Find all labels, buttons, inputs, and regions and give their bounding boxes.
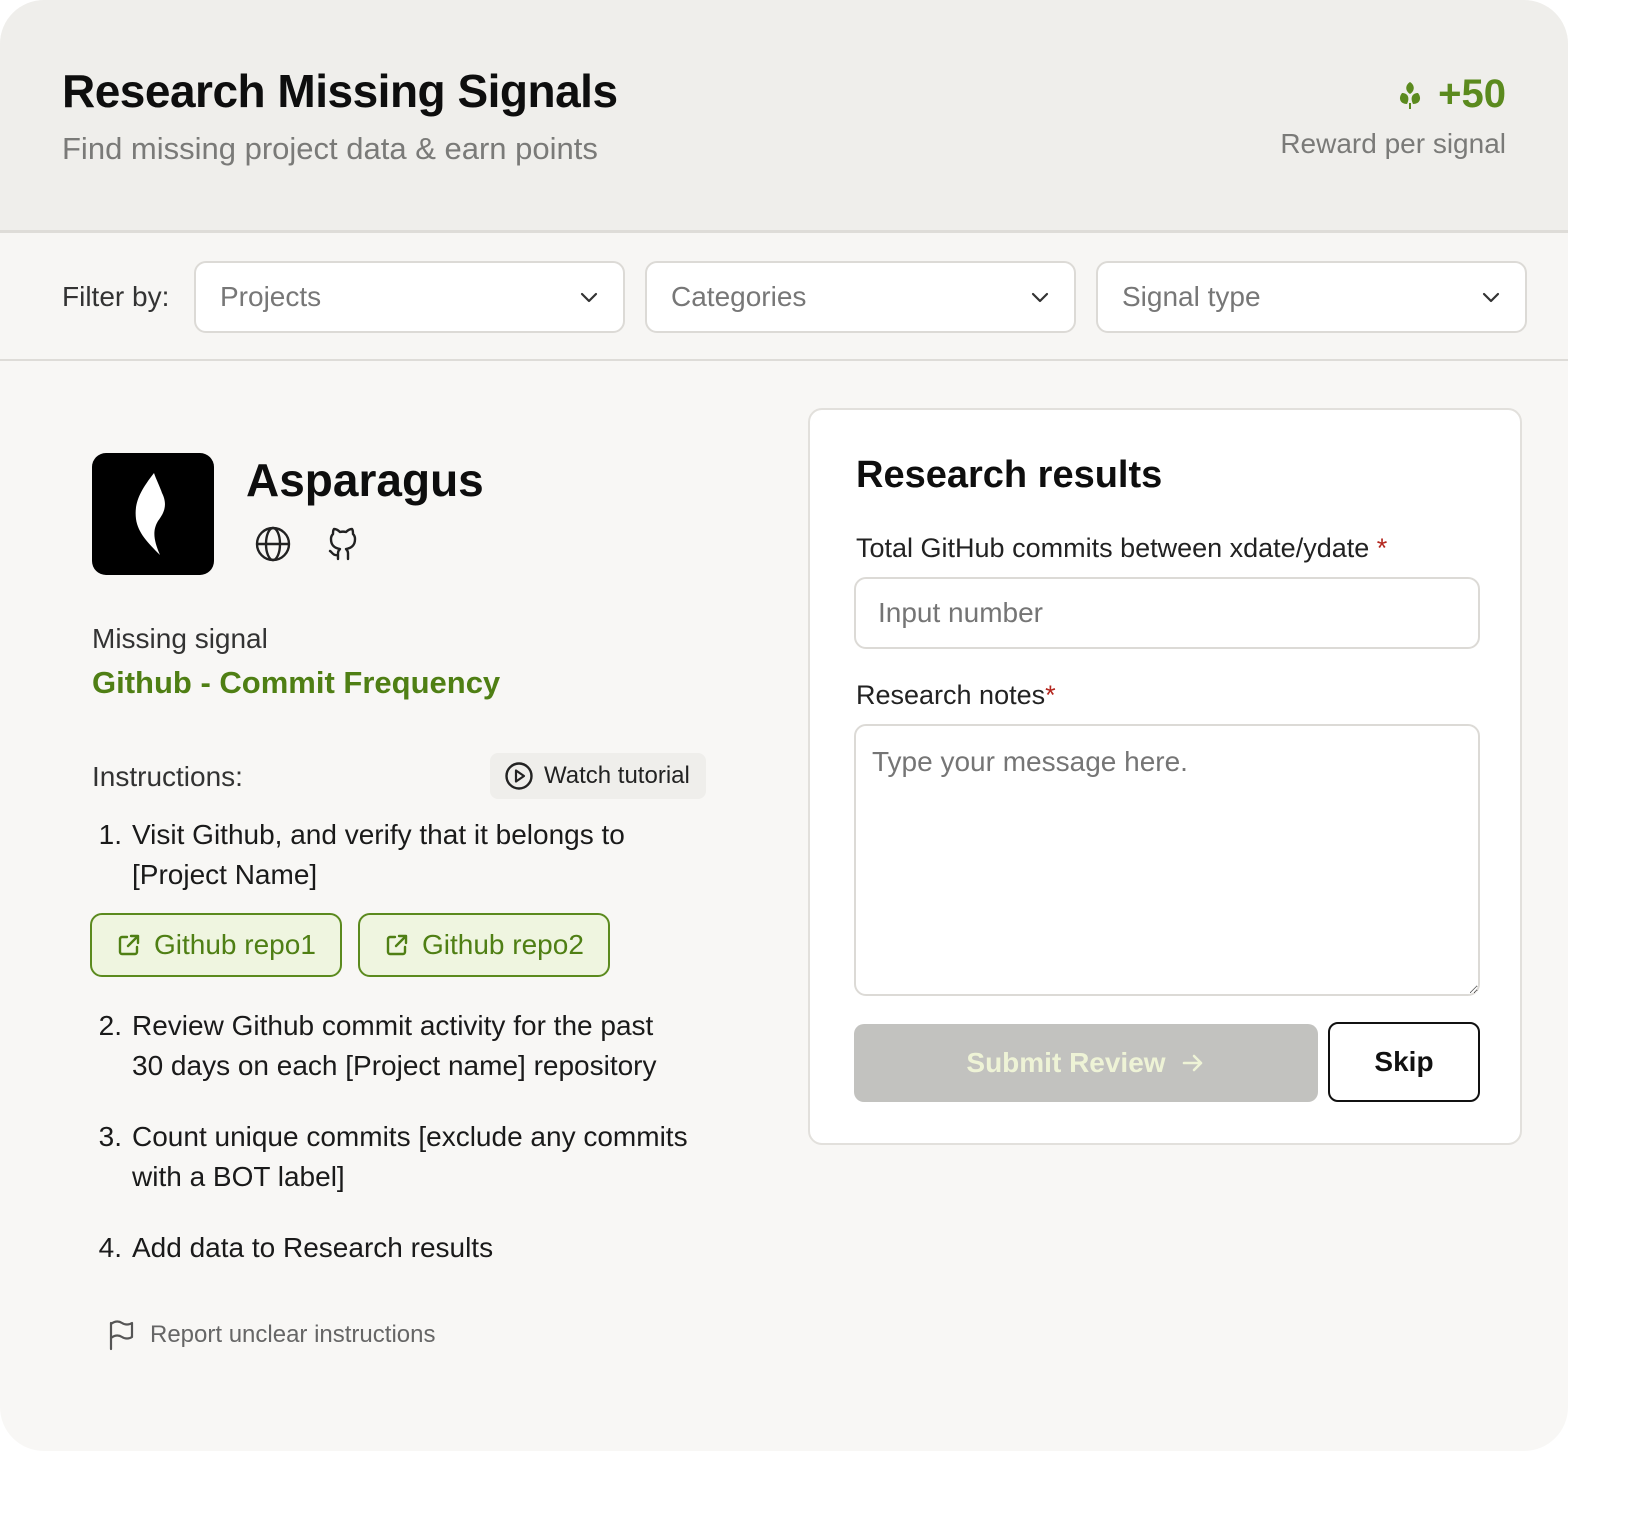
flag-icon: [109, 1320, 134, 1351]
signal-type-select-value: Signal type: [1122, 281, 1261, 312]
step-number: 1.: [98, 819, 122, 850]
project-links: [254, 525, 362, 563]
report-unclear-label: Report unclear instructions: [150, 1321, 436, 1348]
report-unclear-link[interactable]: Report unclear instructions: [106, 1319, 435, 1351]
external-link-icon: [118, 934, 140, 956]
globe-icon[interactable]: [254, 525, 292, 563]
watch-tutorial-label: Watch tutorial: [544, 762, 690, 789]
skip-label: Skip: [1374, 1046, 1434, 1077]
step-text: Review Github commit activity for the pa…: [132, 1010, 654, 1041]
categories-select[interactable]: Categories: [645, 261, 1076, 333]
chevron-down-icon: [580, 292, 598, 303]
github-repo1-label: Github repo1: [154, 929, 316, 960]
github-repo2-link[interactable]: Github repo2: [358, 913, 610, 977]
missing-signal-value: Github - Commit Frequency: [92, 665, 501, 700]
task-card: Research Missing Signals Find missing pr…: [0, 0, 1568, 1451]
research-results-title: Research results: [856, 454, 1163, 496]
projects-select-value: Projects: [220, 281, 322, 312]
filter-label: Filter by:: [62, 281, 170, 312]
filter-bar: Filter by: Projects Categories Signal ty…: [0, 233, 1568, 361]
notes-field-label: Research notes*: [856, 680, 1056, 711]
instruction-step: 3. Count unique commits [exclude any com…: [92, 1117, 732, 1197]
commits-input[interactable]: [854, 577, 1480, 649]
instruction-step: 2. Review Github commit activity for the…: [92, 1006, 732, 1086]
github-repo2-label: Github repo2: [422, 929, 584, 960]
step-text: Add data to Research results: [132, 1232, 494, 1263]
chevron-down-icon: [1482, 292, 1500, 303]
github-icon[interactable]: [324, 525, 362, 563]
step-text: Count unique commits [exclude any commit…: [132, 1121, 688, 1152]
instruction-step: 1. Visit Github, and verify that it belo…: [92, 815, 732, 895]
step-number: 2.: [98, 1010, 122, 1041]
flame-logo-icon: [135, 473, 165, 555]
page-subtitle: Find missing project data & earn points: [62, 131, 598, 166]
arrow-right-icon: [1182, 1054, 1202, 1072]
skip-button[interactable]: Skip: [1328, 1022, 1480, 1102]
play-circle-icon: [505, 762, 533, 790]
project-logo: [92, 453, 214, 575]
commits-field-label: Total GitHub commits between xdate/ydate…: [856, 533, 1387, 564]
instruction-step: 4. Add data to Research results: [92, 1228, 732, 1268]
step-text: 30 days on each [Project name] repositor…: [132, 1050, 657, 1081]
signal-type-select[interactable]: Signal type: [1096, 261, 1527, 333]
step-text: with a BOT label]: [132, 1161, 345, 1192]
page-header: Research Missing Signals Find missing pr…: [0, 0, 1568, 233]
step-text: Visit Github, and verify that it belongs…: [132, 819, 625, 850]
categories-select-value: Categories: [671, 281, 807, 312]
research-notes-textarea[interactable]: [854, 724, 1480, 996]
submit-review-label: Submit Review: [966, 1047, 1166, 1078]
page-title: Research Missing Signals: [62, 65, 618, 117]
submit-review-button[interactable]: Submit Review: [854, 1024, 1318, 1102]
step-text: [Project Name]: [132, 859, 318, 890]
project-name: Asparagus: [246, 454, 484, 506]
github-repo1-link[interactable]: Github repo1: [90, 913, 342, 977]
required-mark: *: [1376, 533, 1388, 563]
watch-tutorial-button[interactable]: Watch tutorial: [490, 753, 706, 799]
notes-field-label-text: Research notes: [856, 680, 1046, 710]
reward-value: +50: [1438, 72, 1506, 116]
research-results-panel: Research results Total GitHub commits be…: [808, 408, 1522, 1145]
required-mark: *: [1045, 680, 1056, 710]
leaves-icon: [1400, 81, 1421, 109]
external-link-icon: [386, 934, 408, 956]
chevron-down-icon: [1031, 292, 1049, 303]
step-number: 3.: [98, 1121, 122, 1152]
instructions-label: Instructions:: [92, 761, 243, 792]
missing-signal-label: Missing signal: [92, 623, 268, 654]
reward-label: Reward per signal: [1280, 128, 1506, 159]
projects-select[interactable]: Projects: [194, 261, 625, 333]
commits-field-label-text: Total GitHub commits between xdate/ydate: [856, 533, 1370, 563]
step-number: 4.: [98, 1232, 122, 1263]
reward-badge: +50: [1394, 72, 1506, 117]
